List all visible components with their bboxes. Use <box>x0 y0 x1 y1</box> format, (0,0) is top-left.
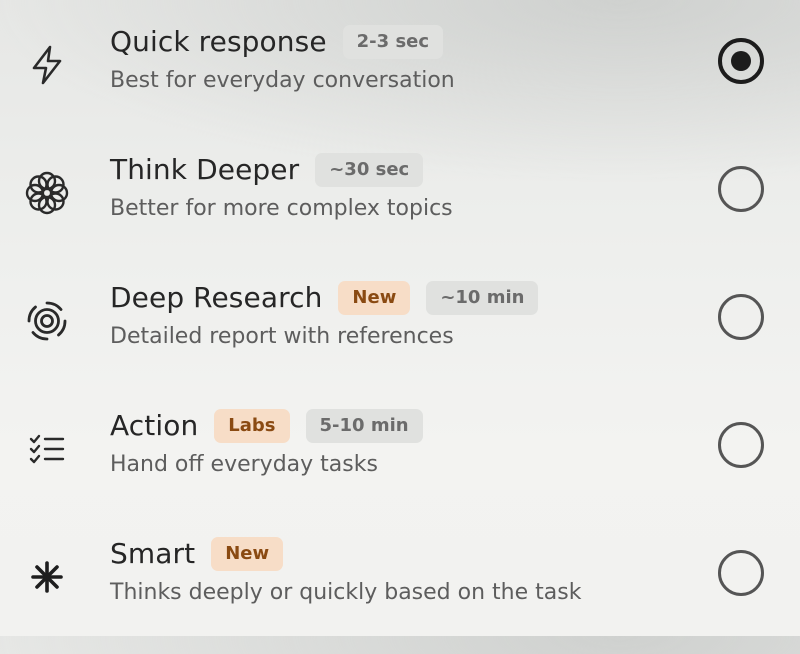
radio-button-selected[interactable] <box>718 38 764 84</box>
lightning-icon <box>22 40 72 90</box>
option-title: Action <box>110 409 199 442</box>
option-description: Better for more complex topics <box>110 196 453 221</box>
checklist-icon <box>22 424 72 474</box>
time-badge: 2-3 sec <box>342 25 444 59</box>
radio-button[interactable] <box>718 422 764 468</box>
new-badge: New <box>211 537 284 571</box>
option-description: Detailed report with references <box>110 324 454 349</box>
time-badge: 5-10 min <box>305 409 423 443</box>
radio-button[interactable] <box>718 294 764 340</box>
option-title: Think Deeper <box>110 153 300 186</box>
option-title-row: Action Labs 5-10 min <box>110 406 423 446</box>
response-mode-list: Quick response 2-3 sec Best for everyday… <box>0 0 800 636</box>
radio-button[interactable] <box>718 550 764 596</box>
time-badge: ~30 sec <box>315 153 424 187</box>
flower-icon <box>22 168 72 218</box>
option-title: Smart <box>110 537 196 570</box>
labs-badge: Labs <box>214 409 290 443</box>
option-title: Quick response <box>110 25 327 58</box>
option-title-row: Deep Research New ~10 min <box>110 278 539 318</box>
option-action[interactable]: Action Labs 5-10 min Hand off everyday t… <box>0 406 800 526</box>
radio-button[interactable] <box>718 166 764 212</box>
radio-dot <box>731 51 751 71</box>
concentric-rings-icon <box>22 296 72 346</box>
option-quick-response[interactable]: Quick response 2-3 sec Best for everyday… <box>0 22 800 142</box>
option-think-deeper[interactable]: Think Deeper ~30 sec Better for more com… <box>0 150 800 270</box>
option-description: Best for everyday conversation <box>110 68 455 93</box>
time-badge: ~10 min <box>426 281 539 315</box>
option-deep-research[interactable]: Deep Research New ~10 min Detailed repor… <box>0 278 800 398</box>
asterisk-icon <box>22 552 72 602</box>
option-title-row: Quick response 2-3 sec <box>110 22 444 62</box>
option-smart[interactable]: Smart New Thinks deeply or quickly based… <box>0 534 800 654</box>
option-description: Hand off everyday tasks <box>110 452 378 477</box>
new-badge: New <box>338 281 411 315</box>
option-title-row: Smart New <box>110 534 284 574</box>
option-title: Deep Research <box>110 281 323 314</box>
option-description: Thinks deeply or quickly based on the ta… <box>110 580 582 605</box>
option-title-row: Think Deeper ~30 sec <box>110 150 424 190</box>
